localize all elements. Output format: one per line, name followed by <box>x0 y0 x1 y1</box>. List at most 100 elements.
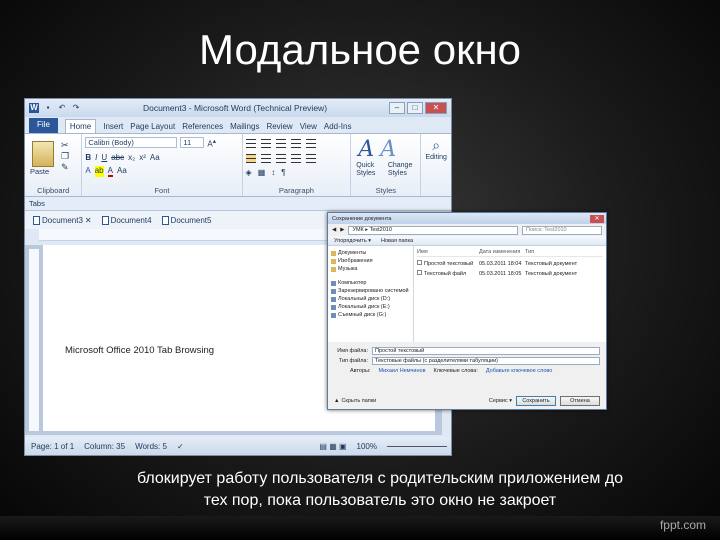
font-size-select[interactable]: 11 <box>180 137 205 148</box>
view-layout-icon[interactable]: ▤ ▦ ▣ <box>319 442 346 451</box>
tab-page-layout[interactable]: Page Layout <box>130 120 175 133</box>
tab-references[interactable]: References <box>182 120 223 133</box>
file-row[interactable]: Простой текстовый 05.03.2011 18:04 Текст… <box>417 260 603 267</box>
text-effects-icon[interactable]: A <box>85 166 90 177</box>
underline-icon[interactable]: U <box>101 153 107 162</box>
highlight-icon[interactable]: ab <box>94 165 104 177</box>
service-menu[interactable]: Сервис ▾ <box>489 398 512 404</box>
nav-item-reserved[interactable]: Зарезервировано системой <box>331 287 410 295</box>
numbering-icon[interactable] <box>260 139 271 148</box>
decrease-indent-icon[interactable] <box>290 139 301 148</box>
justify-icon[interactable] <box>290 154 301 163</box>
column-date[interactable]: Дата изменения <box>479 249 525 255</box>
align-center-icon[interactable] <box>260 154 271 163</box>
multilevel-list-icon[interactable] <box>275 139 286 148</box>
authors-value[interactable]: Михаил Немчинов <box>379 368 426 374</box>
document-text[interactable]: Microsoft Office 2010 Tab Browsing <box>65 345 214 356</box>
tab-home[interactable]: Home <box>64 119 97 133</box>
subscript-icon[interactable]: x₂ <box>128 153 135 162</box>
redo-icon[interactable]: ↷ <box>71 103 81 113</box>
filename-input[interactable]: Простой текстовый <box>372 347 600 355</box>
doc-tab[interactable]: Document4 <box>101 215 152 225</box>
tab-mailings[interactable]: Mailings <box>230 120 259 133</box>
search-input[interactable]: Поиск: Test2010 <box>522 225 602 235</box>
column-name[interactable]: Имя <box>417 249 479 255</box>
file-icon <box>417 260 422 265</box>
drive-icon <box>331 296 336 302</box>
close-button[interactable]: ✕ <box>425 102 447 114</box>
nav-item-drive-g[interactable]: Съемный диск (G:) <box>331 311 410 319</box>
superscript-icon[interactable]: x² <box>139 153 146 162</box>
zoom-slider[interactable] <box>387 445 447 447</box>
doc-tab[interactable]: Document3 ✕ <box>33 215 92 225</box>
status-page[interactable]: Page: 1 of 1 <box>31 442 74 451</box>
nav-item-drive-e[interactable]: Локальный диск (E:) <box>331 303 410 311</box>
clipboard-group: Paste ✂ ❐ ✎ Clipboard <box>25 134 83 196</box>
quick-styles-icon[interactable]: A <box>358 137 374 162</box>
organize-button[interactable]: Упорядочить ▾ <box>334 238 371 244</box>
cut-icon[interactable]: ✂ <box>61 140 69 151</box>
file-list: Имя Дата изменения Тип Простой текстовый… <box>414 246 606 342</box>
tags-value[interactable]: Добавьте ключевое слово <box>486 368 552 374</box>
hide-folders-toggle[interactable]: ▲ Скрыть папки <box>334 398 376 404</box>
back-icon[interactable]: ◀ <box>332 227 336 233</box>
line-spacing-icon[interactable] <box>305 154 316 163</box>
undo-icon[interactable]: ↶ <box>57 103 67 113</box>
address-bar[interactable]: УМК ▸ Test2010 <box>348 225 518 235</box>
tab-insert[interactable]: Insert <box>103 120 123 133</box>
proofing-icon[interactable]: ✓ <box>177 442 184 451</box>
font-name-select[interactable]: Calibri (Body) <box>85 137 178 148</box>
nav-item-music[interactable]: Музыка <box>331 265 410 273</box>
tab-file[interactable]: File <box>29 118 58 133</box>
nav-item-computer[interactable]: Компьютер <box>331 279 410 287</box>
bold-icon[interactable]: B <box>85 153 91 162</box>
tab-add-ins[interactable]: Add-Ins <box>324 120 352 133</box>
shading-icon[interactable]: ◈ <box>246 168 252 177</box>
show-marks-icon[interactable]: ¶ <box>281 168 285 177</box>
align-left-icon[interactable] <box>245 154 256 163</box>
nav-item-drive-d[interactable]: Локальный диск (D:) <box>331 295 410 303</box>
maximize-button[interactable]: □ <box>407 102 423 114</box>
folder-icon <box>331 266 336 272</box>
column-type[interactable]: Тип <box>525 249 534 255</box>
bullets-icon[interactable] <box>245 139 256 148</box>
nav-item-documents[interactable]: Документы <box>331 249 410 257</box>
cancel-button[interactable]: Отмена <box>560 396 600 406</box>
change-case-icon[interactable]: Aa <box>117 166 127 177</box>
zoom-level[interactable]: 100% <box>357 442 377 451</box>
clear-format-icon[interactable]: Aa <box>150 153 160 162</box>
italic-icon[interactable]: I <box>95 153 97 162</box>
find-icon[interactable]: ⌕ <box>424 137 448 154</box>
save-button[interactable]: Сохранить <box>516 396 556 406</box>
minimize-button[interactable]: – <box>389 102 405 114</box>
editing-label[interactable]: Editing <box>424 154 448 161</box>
paste-icon[interactable] <box>32 141 54 167</box>
status-column[interactable]: Column: 35 <box>84 442 125 451</box>
status-words[interactable]: Words: 5 <box>135 442 167 451</box>
font-color-icon[interactable]: A <box>107 166 113 177</box>
dialog-close-button[interactable]: ✕ <box>590 214 604 223</box>
nav-item-images[interactable]: Изображения <box>331 257 410 265</box>
file-row[interactable]: Текстовый файл 05.03.2011 18:05 Текстовы… <box>417 270 603 277</box>
dialog-fields: Имя файла: Простой текстовый Тип файла: … <box>328 342 606 377</box>
doc-tab[interactable]: Document5 <box>161 215 211 225</box>
tab-view[interactable]: View <box>300 120 317 133</box>
chevron-up-icon: ▲ <box>334 398 340 404</box>
sort-icon[interactable]: ↕ <box>271 168 275 177</box>
format-painter-icon[interactable]: ✎ <box>61 162 69 173</box>
filetype-select[interactable]: Текстовые файлы (с разделителями табуляц… <box>372 357 600 365</box>
align-right-icon[interactable] <box>275 154 286 163</box>
strikethrough-icon[interactable]: abc <box>111 153 124 162</box>
save-icon[interactable]: ▪ <box>43 103 53 113</box>
close-tab-icon[interactable]: ✕ <box>85 216 92 225</box>
borders-icon[interactable]: ▦ <box>258 168 266 177</box>
change-styles-icon[interactable]: A <box>380 137 396 162</box>
caption-line-1: блокирует работу пользователя с родитель… <box>136 470 624 487</box>
increase-indent-icon[interactable] <box>305 139 316 148</box>
tab-review[interactable]: Review <box>266 120 292 133</box>
grow-font-icon[interactable]: A▴ <box>207 137 216 149</box>
filename-label: Имя файла: <box>337 348 368 354</box>
forward-icon[interactable]: ▶ <box>340 227 344 233</box>
new-folder-button[interactable]: Новая папка <box>381 238 413 244</box>
copy-icon[interactable]: ❐ <box>61 151 69 162</box>
